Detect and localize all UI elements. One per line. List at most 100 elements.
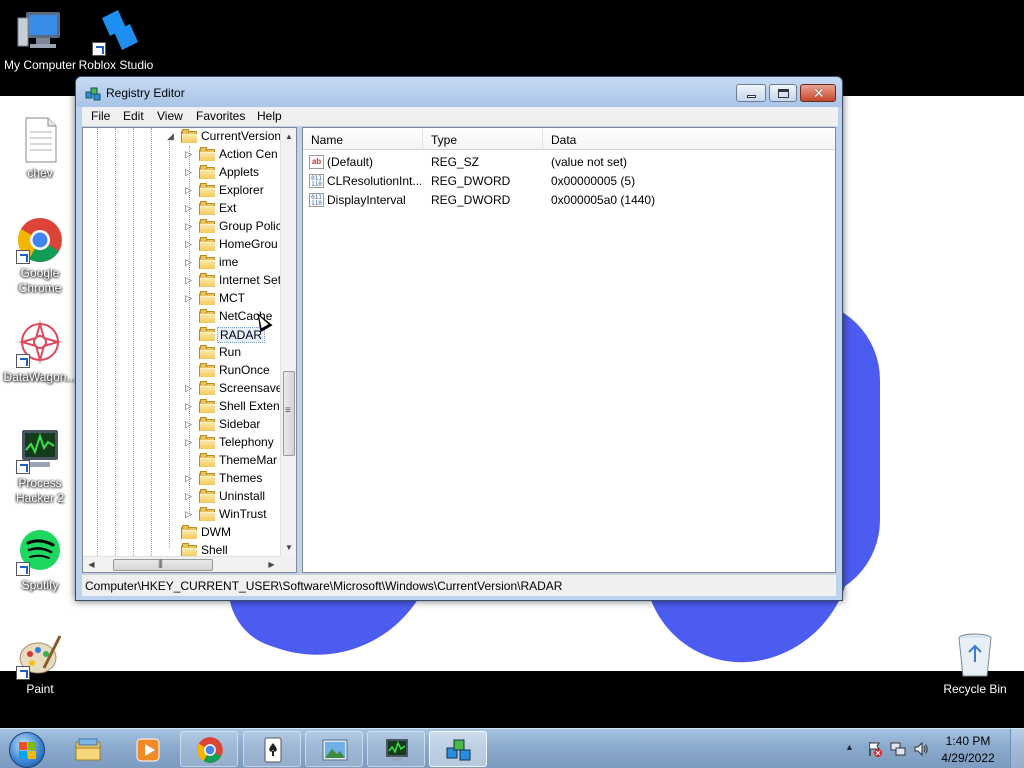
expand-arrow-icon[interactable]: ▷ <box>185 150 194 159</box>
tree-node-label: Telephony <box>219 435 274 449</box>
tree-node-ime[interactable]: ▷ ime <box>83 254 283 272</box>
tree-node-wintrust[interactable]: ▷ WinTrust <box>83 506 283 524</box>
list-item[interactable]: ab (Default) REG_SZ (value not set) <box>303 153 833 172</box>
tree-node-uninstall[interactable]: ▷ Uninstall <box>83 488 283 506</box>
scroll-up-arrow-icon[interactable]: ▲ <box>281 128 296 145</box>
minimize-button[interactable] <box>736 84 766 102</box>
desktop-icon-datawagon[interactable]: DataWagon... <box>0 320 80 385</box>
expand-arrow-icon[interactable]: ▷ <box>185 168 194 177</box>
desktop-icon-chev[interactable]: chev <box>0 116 80 181</box>
show-hidden-icons-icon[interactable]: ▲ <box>845 742 861 758</box>
list-item[interactable]: 011 110 DisplayInterval REG_DWORD 0x000005a0… <box>303 191 833 210</box>
expand-arrow-icon[interactable]: ▷ <box>185 258 194 267</box>
tree-node-telephony[interactable]: ▷ Telephony <box>83 434 283 452</box>
desktop-icon-label: Google Chrome <box>18 266 62 295</box>
tree-node-label: Action Cen <box>219 147 278 161</box>
taskbar-media-player[interactable] <box>118 731 176 767</box>
network-icon[interactable] <box>890 741 906 757</box>
value-type: REG_DWORD <box>431 193 511 207</box>
clock-date[interactable]: 4/29/2022 <box>940 751 996 765</box>
tree-node-run[interactable]: Run <box>83 344 283 362</box>
collapse-arrow-icon[interactable]: ◢ <box>167 132 176 141</box>
column-header-type[interactable]: Type <box>423 128 543 150</box>
menu-file[interactable]: File <box>91 109 110 123</box>
tree-node-mct[interactable]: ▷ MCT <box>83 290 283 308</box>
expand-arrow-icon[interactable]: ▷ <box>185 240 194 249</box>
tree-node-homegrou[interactable]: ▷ HomeGrou <box>83 236 283 254</box>
expand-arrow-icon[interactable]: ▷ <box>185 492 194 501</box>
close-button[interactable]: ✕ <box>800 84 836 102</box>
scroll-thumb[interactable] <box>283 371 295 456</box>
taskbar-registry-editor[interactable] <box>429 731 487 767</box>
scroll-left-arrow-icon[interactable]: ◀ <box>83 557 100 572</box>
taskbar-solitaire[interactable] <box>243 731 301 767</box>
tree-node-internet-set[interactable]: ▷ Internet Set <box>83 272 283 290</box>
tree-node-radar[interactable]: RADAR <box>83 326 283 344</box>
expand-arrow-icon[interactable]: ▷ <box>185 204 194 213</box>
expand-arrow-icon[interactable]: ▷ <box>185 438 194 447</box>
maximize-button[interactable] <box>769 84 797 102</box>
tree-node-shell-extens[interactable]: ▷ Shell Extens <box>83 398 286 416</box>
clock-time[interactable]: 1:40 PM <box>940 734 996 748</box>
scroll-right-arrow-icon[interactable]: ▶ <box>263 557 280 572</box>
start-button[interactable] <box>5 730 49 768</box>
tree-node-screensave[interactable]: ▷ Screensave <box>83 380 283 398</box>
folder-icon <box>199 327 215 341</box>
menu-view[interactable]: View <box>157 109 183 123</box>
desktop-icon-process-hacker[interactable]: Process Hacker 2 <box>0 426 80 506</box>
expand-arrow-icon[interactable]: ▷ <box>185 222 194 231</box>
photo-viewer-icon <box>321 736 349 764</box>
expand-arrow-icon[interactable]: ▷ <box>185 294 194 303</box>
desktop-icon-label: Process Hacker 2 <box>15 476 65 505</box>
action-center-icon[interactable] <box>867 741 883 757</box>
desktop-icon-recycle-bin[interactable]: Recycle Bin <box>935 632 1015 697</box>
tree-node-themes[interactable]: ▷ Themes <box>83 470 283 488</box>
taskbar-windows-explorer[interactable] <box>58 731 116 767</box>
expand-arrow-icon[interactable]: ▷ <box>185 384 194 393</box>
tree-node-dwm[interactable]: DWM <box>83 524 283 542</box>
key-tree-pane[interactable]: ◢ CurrentVersion ▷ Action Cen ▷ Applets ▷ Explo… <box>82 127 297 573</box>
column-header-data[interactable]: Data <box>543 128 835 150</box>
tree-node-explorer[interactable]: ▷ Explorer <box>83 182 283 200</box>
list-item[interactable]: 011 110 CLResolutionInt... REG_DWORD 0x00000… <box>303 172 833 191</box>
values-list-pane[interactable]: Name Type Data ab (Default) REG_SZ (value n… <box>302 127 836 573</box>
menu-edit[interactable]: Edit <box>123 109 144 123</box>
tree-node-action-cen[interactable]: ▷ Action Cen <box>83 146 283 164</box>
menu-help[interactable]: Help <box>257 109 282 123</box>
tree-node-label: Explorer <box>219 183 264 197</box>
scroll-thumb[interactable] <box>113 558 213 571</box>
value-type: REG_SZ <box>431 155 480 169</box>
tree-node-ext[interactable]: ▷ Ext <box>83 200 283 218</box>
expand-arrow-icon[interactable]: ▷ <box>185 276 194 285</box>
tree-node-thememar[interactable]: ThemeMar <box>83 452 283 470</box>
expand-arrow-icon[interactable]: ▷ <box>185 474 194 483</box>
taskbar-chrome[interactable] <box>180 731 238 767</box>
show-desktop-button[interactable] <box>1010 729 1024 768</box>
desktop-icon-roblox-studio[interactable]: Roblox Studio <box>76 8 156 73</box>
tree-node-runonce[interactable]: RunOnce <box>83 362 283 380</box>
tree-node-sidebar[interactable]: ▷ Sidebar <box>83 416 283 434</box>
folder-icon <box>199 147 215 161</box>
tree-node-group-polic[interactable]: ▷ Group Polic <box>83 218 283 236</box>
menu-favorites[interactable]: Favorites <box>196 109 245 123</box>
volume-icon[interactable] <box>913 741 929 757</box>
desktop-icon-spotify[interactable]: Spotify <box>0 528 80 593</box>
tree-horizontal-scrollbar[interactable]: ◀ ▶ <box>83 556 296 572</box>
taskbar-process-hacker[interactable] <box>367 731 425 767</box>
expand-arrow-icon[interactable]: ▷ <box>185 510 194 519</box>
column-header-name[interactable]: Name <box>303 128 423 150</box>
desktop-icon-google-chrome[interactable]: Google Chrome <box>0 216 80 296</box>
windows-logo-icon <box>9 732 45 768</box>
expand-arrow-icon[interactable]: ▷ <box>185 402 194 411</box>
tree-vertical-scrollbar[interactable]: ▲ ▼ <box>280 128 296 556</box>
expand-arrow-icon[interactable]: ▷ <box>185 186 194 195</box>
desktop-icon-my-computer[interactable]: My Computer <box>0 8 80 73</box>
registry-editor-window[interactable]: Registry Editor ✕ File Edit View Favorit… <box>75 76 843 601</box>
tree-node-currentversion[interactable]: ◢ CurrentVersion <box>83 128 283 146</box>
desktop-icon-paint[interactable]: Paint <box>0 632 80 697</box>
title-bar[interactable]: Registry Editor ✕ <box>76 77 842 107</box>
taskbar-photo-viewer[interactable] <box>305 731 363 767</box>
scroll-down-arrow-icon[interactable]: ▼ <box>281 539 296 556</box>
tree-node-applets[interactable]: ▷ Applets <box>83 164 283 182</box>
expand-arrow-icon[interactable]: ▷ <box>185 420 194 429</box>
